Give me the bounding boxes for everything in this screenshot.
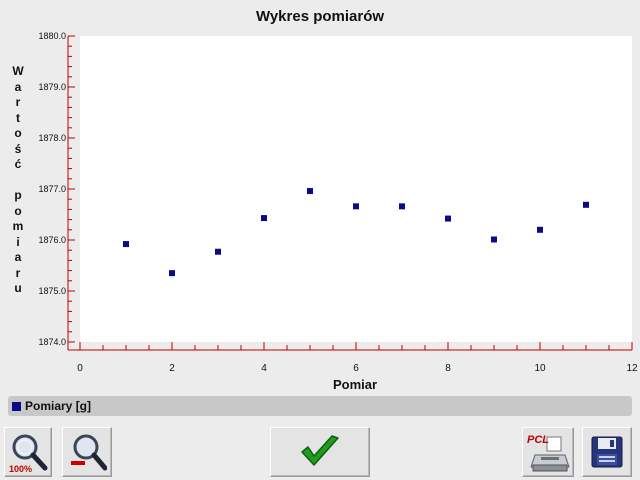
x-tick-label: 10 (534, 363, 546, 374)
data-point (261, 215, 267, 222)
data-point (215, 248, 221, 255)
y-tick-label: 1874.0 (38, 337, 66, 347)
zoom-reset-label: 100% (9, 464, 33, 474)
data-point (123, 241, 129, 248)
legend-marker (12, 401, 21, 411)
legend-label: Pomiary [g] (25, 399, 92, 413)
legend: Pomiary [g] (8, 396, 632, 416)
print-button[interactable]: PCL (522, 427, 574, 477)
green-check-icon (301, 435, 339, 466)
data-point (169, 270, 175, 277)
data-point (537, 226, 543, 233)
y-tick-label: 1880.0 (38, 31, 66, 41)
data-point (445, 215, 451, 222)
zoom-out-button[interactable] (62, 427, 112, 477)
data-point (307, 188, 313, 195)
y-tick-label: 1878.0 (38, 133, 66, 143)
zoom-reset-button[interactable]: 100% (4, 427, 52, 477)
y-tick-label: 1875.0 (38, 286, 66, 296)
floppy-disk-icon (591, 436, 623, 468)
x-tick-label: 8 (445, 363, 451, 374)
data-point (353, 203, 359, 210)
pcl-label: PCL (527, 434, 549, 446)
data-point (583, 201, 589, 208)
x-tick-label: 2 (169, 363, 175, 374)
x-tick-label: 6 (353, 363, 359, 374)
data-point (399, 203, 405, 210)
y-tick-label: 1876.0 (38, 235, 66, 245)
x-tick-label: 12 (626, 363, 638, 374)
save-button[interactable] (582, 427, 632, 477)
confirm-button[interactable] (270, 427, 370, 477)
magnifier-minus-icon (71, 434, 107, 471)
scatter-chart: 0 2 4 6 8 10 12 1874.0 1875.0 1876.0 1877.0 1878.0 1… (38, 31, 638, 392)
x-tick-label: 4 (261, 363, 267, 374)
plot-area (80, 36, 632, 342)
y-tick-label: 1879.0 (38, 82, 66, 92)
y-tick-label: 1877.0 (38, 184, 66, 194)
x-axis-label: Pomiar (333, 377, 377, 392)
x-tick-label: 0 (77, 363, 83, 374)
data-point (491, 236, 497, 243)
